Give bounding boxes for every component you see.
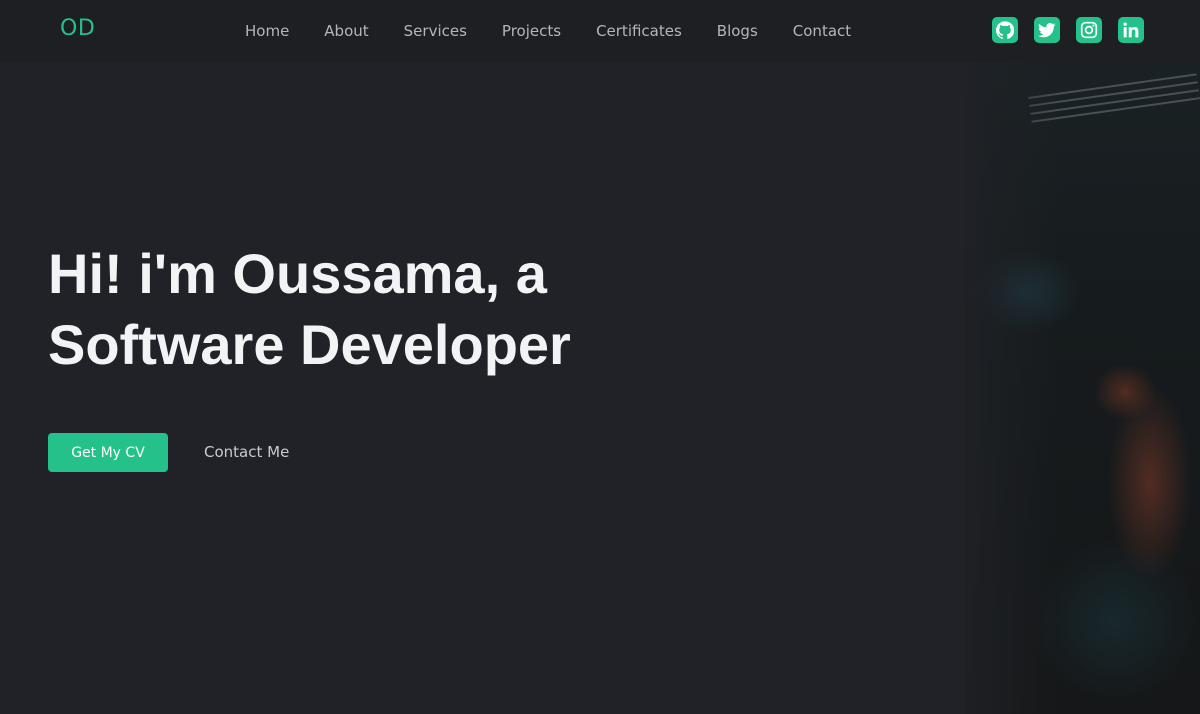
page: OD Home About Services Projects Certific…	[0, 0, 1200, 714]
hero-title-line1: Hi! i'm Oussama, a	[48, 242, 547, 305]
hero-image-fade	[940, 62, 1060, 714]
social-links	[992, 17, 1144, 43]
linkedin-link[interactable]	[1118, 17, 1144, 43]
nav-menu: Home About Services Projects Certificate…	[245, 22, 886, 40]
contact-me-button[interactable]: Contact Me	[204, 443, 289, 461]
nav-link-projects[interactable]: Projects	[502, 22, 561, 40]
nav-link-home[interactable]: Home	[245, 22, 289, 40]
nav-link-services[interactable]: Services	[404, 22, 467, 40]
twitter-link[interactable]	[1034, 17, 1060, 43]
navbar: OD Home About Services Projects Certific…	[0, 0, 1200, 62]
logo[interactable]: OD	[60, 16, 95, 41]
instagram-icon	[1080, 21, 1098, 39]
hero-title: Hi! i'm Oussama, a Software Developer	[48, 238, 668, 380]
hero-title-line2: Software Developer	[48, 313, 571, 376]
github-link[interactable]	[992, 17, 1018, 43]
twitter-icon	[1038, 21, 1056, 39]
linkedin-icon	[1122, 21, 1140, 39]
instagram-link[interactable]	[1076, 17, 1102, 43]
github-icon	[996, 21, 1014, 39]
nav-link-about[interactable]: About	[324, 22, 368, 40]
get-cv-button[interactable]: Get My CV	[48, 433, 168, 472]
nav-link-certificates[interactable]: Certificates	[596, 22, 682, 40]
nav-link-blogs[interactable]: Blogs	[717, 22, 758, 40]
nav-link-contact[interactable]: Contact	[793, 22, 851, 40]
